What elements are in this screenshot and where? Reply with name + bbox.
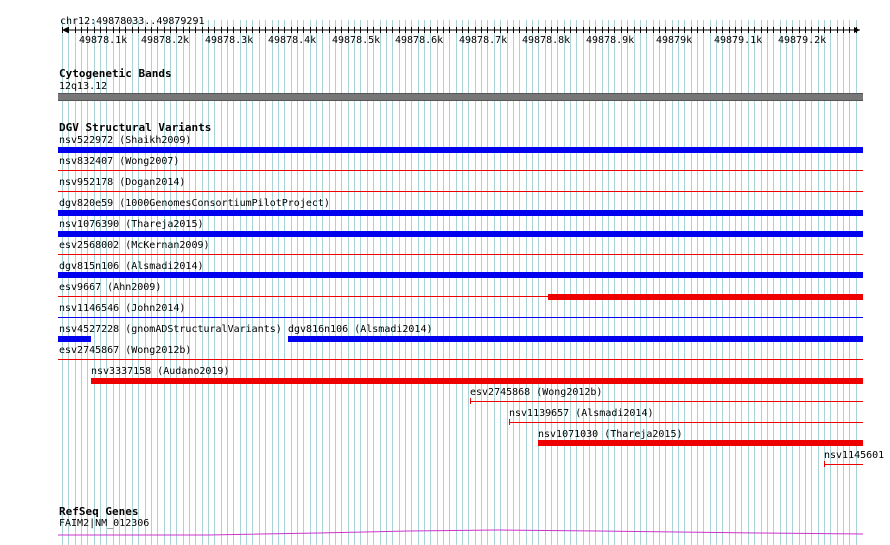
genome-browser-view: chr12:49878033..49879291 49878.1k 49878.…	[0, 0, 890, 545]
track-title-cytobands[interactable]: Cytogenetic Bands	[59, 68, 172, 80]
variant-label: esv2568002 (McKernan2009)	[59, 240, 210, 251]
ruler-tick-label: 49878.5k	[332, 35, 381, 46]
track-title-dgv[interactable]: DGV Structural Variants	[59, 122, 211, 134]
variant-label: nsv832407 (Wong2007)	[59, 156, 180, 167]
variant-feature[interactable]	[58, 210, 863, 216]
variant-feature[interactable]	[58, 147, 863, 153]
track-title-refseq[interactable]: RefSeq Genes	[59, 506, 138, 518]
variant-label: esv9667 (Ahn2009)	[59, 282, 162, 293]
variant-feature[interactable]	[538, 440, 863, 446]
variant-label: nsv1146546 (John2014)	[59, 303, 186, 314]
ruler-tick-label: 49878.4k	[268, 35, 317, 46]
ruler-tick-label: 49878.2k	[141, 35, 190, 46]
variant-feature[interactable]	[91, 378, 863, 384]
variant-label: nsv1076390 (Thareja2015)	[59, 219, 204, 230]
variant-feature[interactable]	[58, 231, 863, 237]
variant-feature[interactable]	[509, 422, 863, 423]
variant-label: nsv1139657 (Alsmadi2014)	[509, 408, 654, 419]
ruler-tick-label: 49878.6k	[395, 35, 444, 46]
variant-feature[interactable]	[58, 170, 863, 171]
variant-label: nsv952178 (Dogan2014)	[59, 177, 186, 188]
variant-feature[interactable]	[470, 401, 863, 402]
variant-feature[interactable]	[58, 336, 91, 342]
variant-label: dgv816n106 (Alsmadi2014)	[288, 324, 433, 335]
variant-feature[interactable]	[58, 254, 863, 255]
variant-connector	[58, 296, 548, 297]
variant-feature[interactable]	[824, 464, 863, 465]
variant-label: nsv4527228 (gnomADStructuralVariants)	[59, 324, 282, 335]
variant-feature[interactable]	[288, 336, 863, 342]
cytoband-label: 12q13.12	[59, 81, 108, 92]
variant-feature[interactable]	[58, 272, 863, 278]
variant-label: dgv815n106 (Alsmadi2014)	[59, 261, 204, 272]
variant-label: esv2745868 (Wong2012b)	[470, 387, 603, 398]
variant-label: esv2745867 (Wong2012b)	[59, 345, 192, 356]
ruler-tick-label: 49878.9k	[586, 35, 635, 46]
ruler-tick-label: 49879.2k	[778, 35, 827, 46]
variant-label: nsv1145601	[824, 450, 885, 461]
variant-label: nsv522972 (Shaikh2009)	[59, 135, 192, 146]
cytoband-bar[interactable]	[58, 93, 863, 101]
variant-feature[interactable]	[58, 191, 863, 192]
ruler-tick-label: 49878.3k	[205, 35, 254, 46]
variant-label: nsv3337158 (Audano2019)	[91, 366, 230, 377]
variant-feature[interactable]	[58, 359, 863, 360]
variant-label: nsv1071030 (Thareja2015)	[538, 429, 683, 440]
variant-feature[interactable]	[548, 294, 863, 300]
ruler-tick-label: 49878.7k	[459, 35, 508, 46]
variant-feature[interactable]	[58, 317, 863, 318]
coordinate-ruler	[62, 27, 860, 33]
ruler-tick-label: 49879.1k	[714, 35, 763, 46]
ruler-tick-label: 49878.8k	[522, 35, 571, 46]
ruler-tick-label: 49879k	[656, 35, 693, 46]
variant-label: dgv820e59 (1000GenomesConsortiumPilotPro…	[59, 198, 330, 209]
ruler-tick-label: 49878.1k	[79, 35, 128, 46]
gene-intron-line[interactable]	[58, 524, 863, 540]
